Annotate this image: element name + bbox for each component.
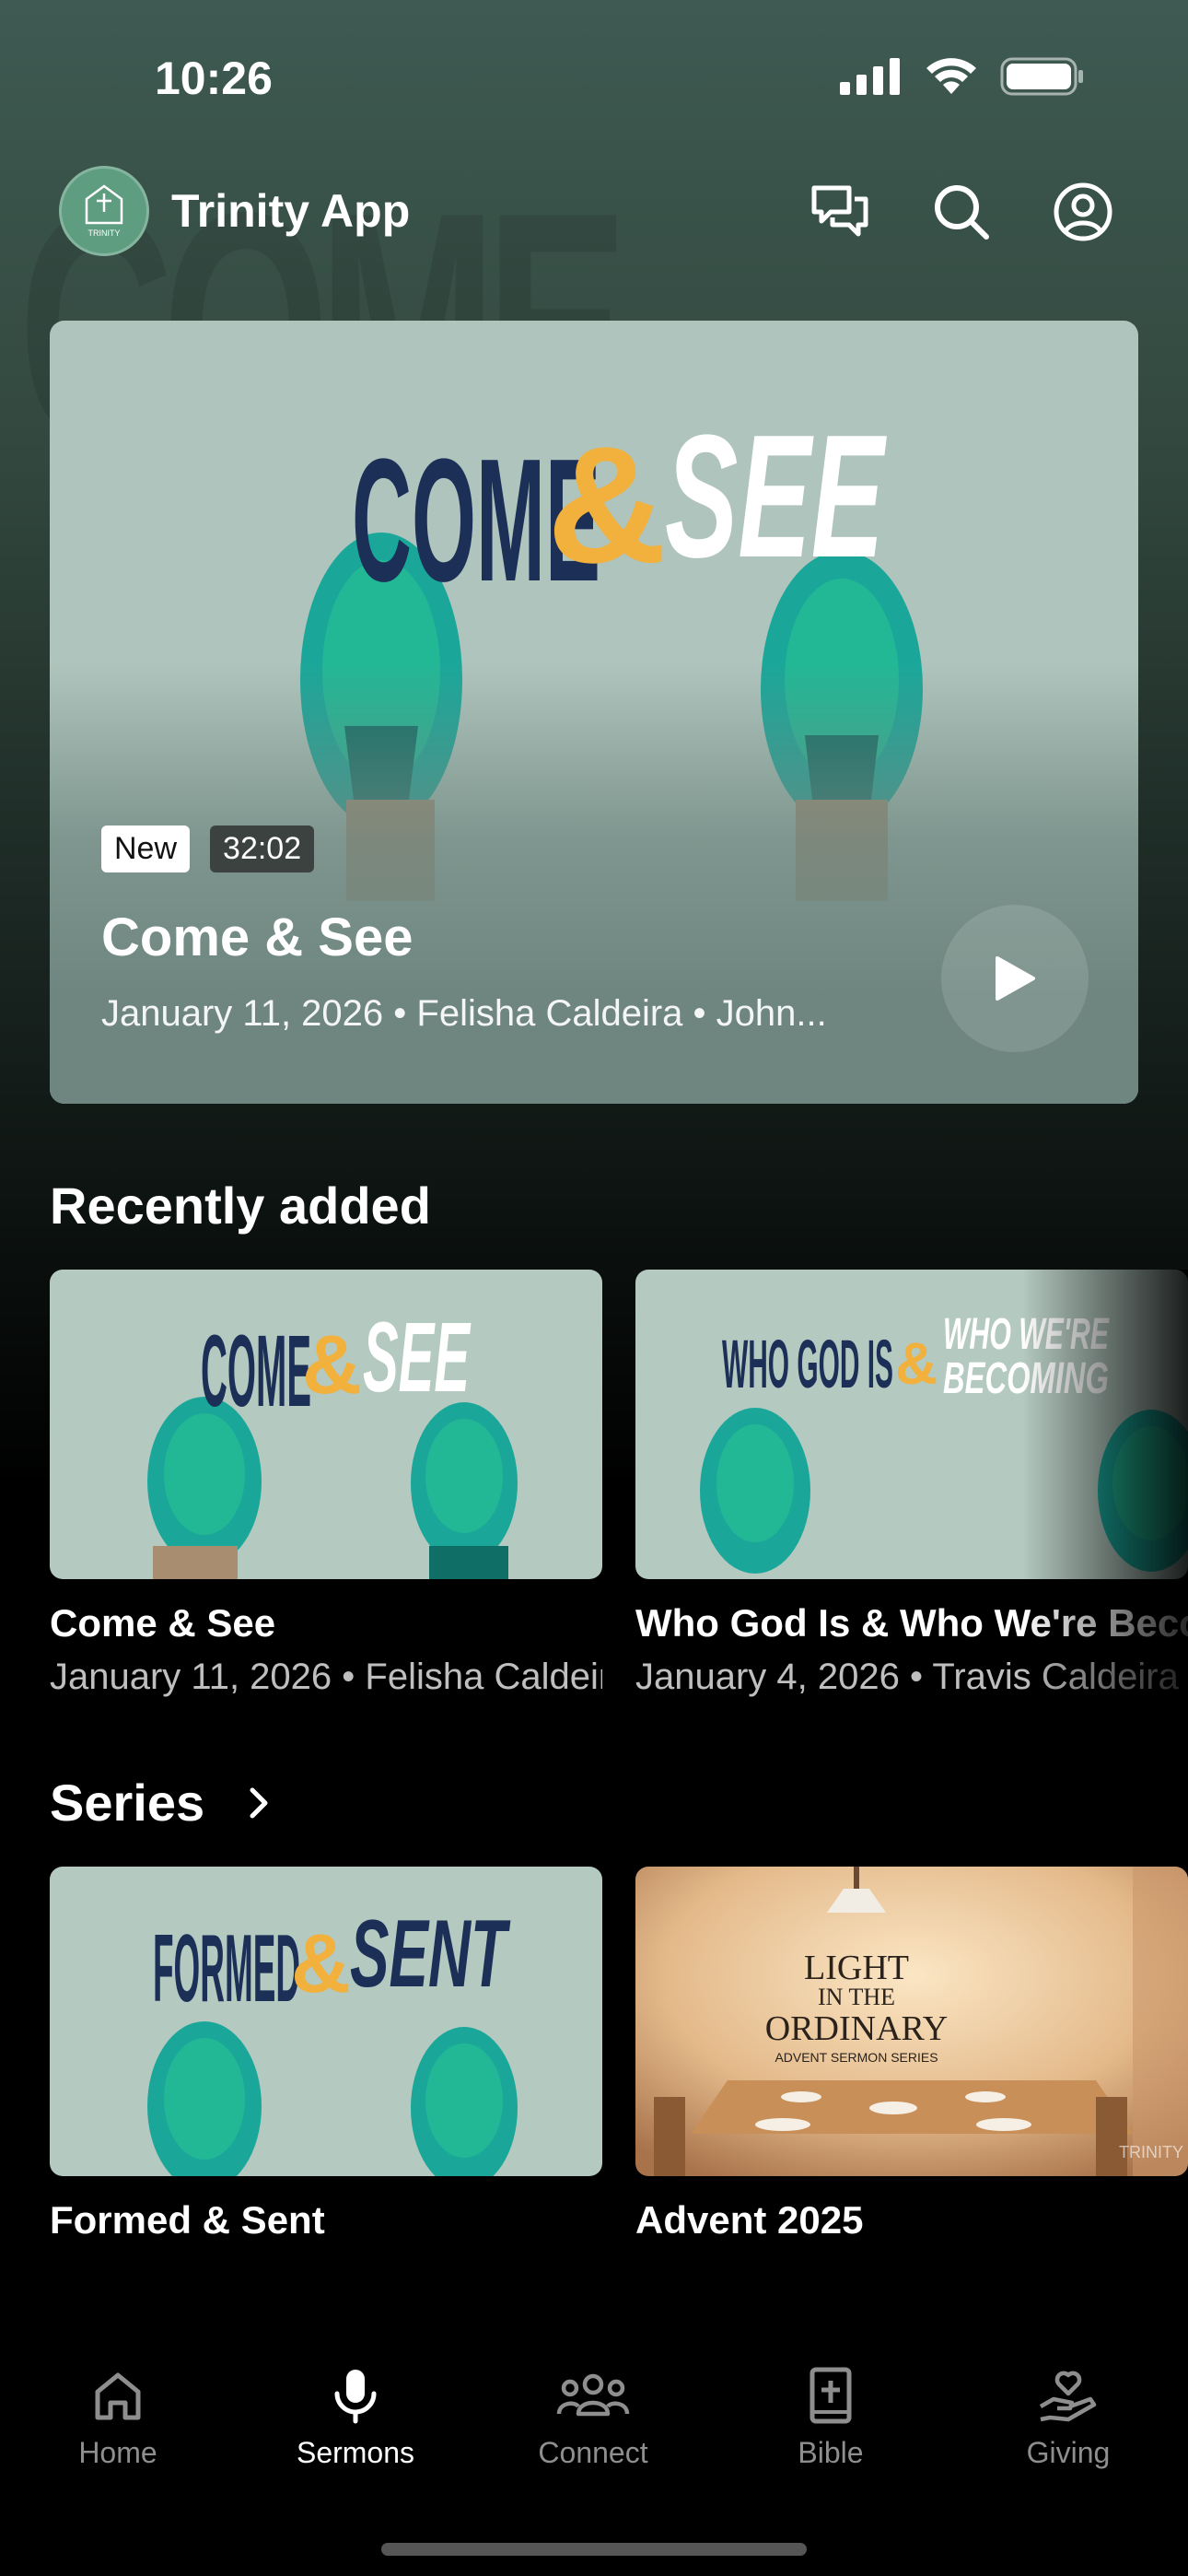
sermon-artwork: COME & SEE	[50, 1270, 602, 1579]
svg-text:BECOMING: BECOMING	[943, 1354, 1109, 1403]
search-icon	[935, 185, 989, 240]
tab-label: Bible	[798, 2436, 864, 2469]
svg-text:ORDINARY: ORDINARY	[765, 2009, 948, 2048]
tab-label: Connect	[538, 2436, 648, 2469]
svg-text:WHO GOD IS: WHO GOD IS	[722, 1326, 893, 1402]
giving-icon	[1039, 2371, 1097, 2422]
featured-meta: January 11, 2026 • Felisha Caldeira • Jo…	[101, 993, 827, 1034]
sermon-artwork: WHO GOD IS & WHO WE'RE BECOMING	[635, 1270, 1188, 1579]
account-button[interactable]	[1042, 171, 1124, 252]
new-badge: New	[101, 825, 191, 872]
tab-label: Home	[78, 2436, 157, 2469]
tab-giving[interactable]: Giving	[985, 2366, 1151, 2470]
series-heading[interactable]: Series	[50, 1773, 273, 1832]
tab-label: Giving	[1026, 2436, 1111, 2469]
featured-badges: New 32:02	[101, 825, 315, 872]
play-button[interactable]	[941, 905, 1089, 1052]
home-indicator[interactable]	[381, 2543, 807, 2556]
sermon-title: Who God Is & Who We're Becoming	[635, 1601, 1188, 1645]
tab-bar: Home Sermons Connect Bible Giving	[0, 2340, 1188, 2576]
recently-added-row: COME & SEE Come & See January 11, 2026 •…	[50, 1270, 1188, 1730]
battery-icon	[1000, 57, 1083, 96]
tab-sermons[interactable]: Sermons	[273, 2366, 438, 2470]
svg-text:TRINITY: TRINITY	[88, 228, 121, 238]
svg-text:LIGHT: LIGHT	[804, 1949, 909, 1987]
microphone-icon	[334, 2370, 377, 2424]
bible-icon	[809, 2367, 852, 2424]
search-button[interactable]	[921, 171, 1002, 252]
series-artwork: FORMED & SENT	[50, 1867, 602, 2176]
recently-added-heading: Recently added	[50, 1177, 431, 1235]
series-card[interactable]: FORMED & SENT Formed & Sent	[50, 1867, 602, 2242]
series-artwork: LIGHT IN THE ORDINARY ADVENT SERMON SERI…	[635, 1867, 1188, 2176]
series-row: FORMED & SENT Formed & Sent LIGHT IN THE…	[50, 1867, 1188, 2254]
series-card[interactable]: LIGHT IN THE ORDINARY ADVENT SERMON SERI…	[635, 1867, 1188, 2242]
svg-text:TRINITY: TRINITY	[1119, 2143, 1183, 2161]
svg-text:&: &	[547, 413, 667, 598]
featured-title: Come & See	[101, 907, 413, 967]
sermon-title: Come & See	[50, 1601, 276, 1645]
svg-text:COME: COME	[201, 1315, 311, 1428]
series-heading-label: Series	[50, 1774, 205, 1832]
svg-text:IN THE: IN THE	[818, 1984, 895, 2010]
app-title: Trinity App	[171, 185, 411, 237]
svg-text:SEE: SEE	[363, 1301, 472, 1412]
svg-text:FORMED: FORMED	[153, 1915, 300, 2022]
featured-sermon-card[interactable]: COME & SEE New 32:02 Come & See January …	[50, 321, 1138, 1104]
status-time: 10:26	[155, 53, 273, 104]
tab-label: Sermons	[296, 2436, 415, 2469]
svg-text:&: &	[895, 1330, 938, 1397]
messages-button[interactable]	[799, 171, 880, 252]
svg-text:&: &	[291, 1918, 351, 2010]
sermon-card[interactable]: WHO GOD IS & WHO WE'RE BECOMING Who God …	[635, 1270, 1188, 1698]
chat-icon	[811, 185, 868, 237]
svg-text:&: &	[302, 1319, 362, 1411]
svg-text:WHO WE'RE: WHO WE'RE	[943, 1310, 1110, 1359]
sermon-meta: January 11, 2026 • Felisha Caldeira	[50, 1657, 602, 1697]
cellular-signal-icon	[840, 58, 900, 95]
chevron-right-icon	[250, 1787, 268, 1818]
account-icon	[1054, 182, 1112, 241]
series-title: Advent 2025	[635, 2198, 864, 2242]
app-logo[interactable]: TRINITY	[59, 166, 149, 256]
duration-badge: 32:02	[210, 825, 315, 872]
wifi-icon	[926, 58, 976, 94]
svg-text:SEE: SEE	[665, 399, 887, 594]
svg-text:ADVENT SERMON SERIES: ADVENT SERMON SERIES	[775, 2050, 938, 2065]
sermon-meta: January 4, 2026 • Travis Caldeira	[635, 1657, 1179, 1697]
play-icon	[996, 956, 1035, 1001]
series-title: Formed & Sent	[50, 2198, 325, 2242]
people-icon	[556, 2373, 630, 2417]
church-logo-icon: TRINITY	[85, 184, 123, 238]
home-icon	[95, 2372, 141, 2420]
tab-connect[interactable]: Connect	[510, 2366, 676, 2470]
tab-home[interactable]: Home	[35, 2366, 201, 2470]
tab-bible[interactable]: Bible	[748, 2366, 914, 2470]
sermon-card[interactable]: COME & SEE Come & See January 11, 2026 •…	[50, 1270, 602, 1698]
app-header: TRINITY Trinity App	[0, 157, 1188, 267]
status-icons	[840, 57, 1085, 96]
svg-text:SENT: SENT	[350, 1901, 511, 2008]
status-bar: 10:26	[0, 0, 1188, 157]
